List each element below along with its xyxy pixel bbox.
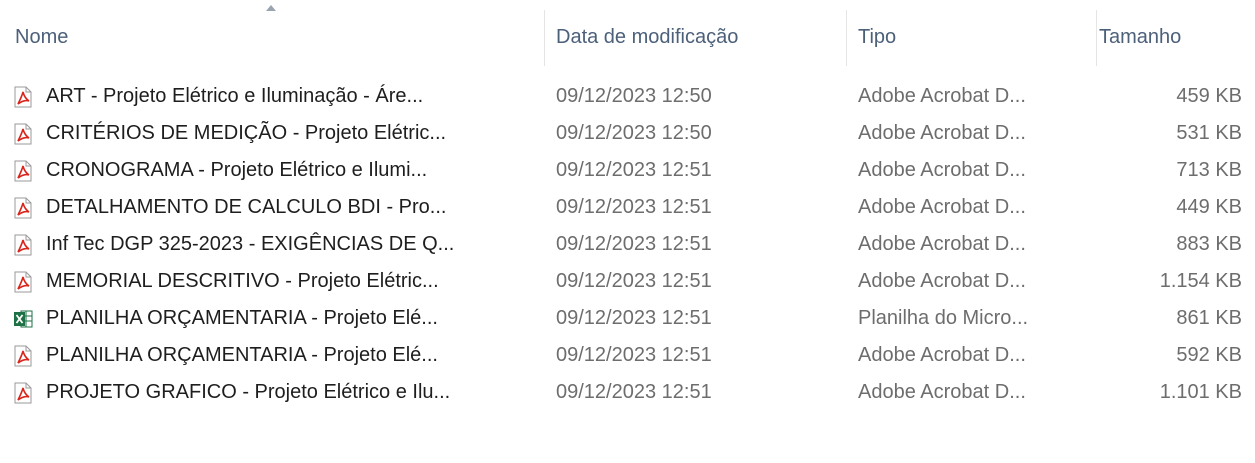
file-name: PROJETO GRAFICO - Projeto Elétrico e Ilu…	[46, 381, 451, 403]
column-header-date[interactable]: Data de modificação	[544, 0, 846, 70]
column-header-size[interactable]: Tamanho	[1096, 0, 1255, 70]
file-explorer-details-view: Nome Data de modificação Tipo Tamanho AR…	[0, 0, 1255, 463]
file-size: 713 KB	[1176, 159, 1242, 181]
file-row[interactable]: ART - Projeto Elétrico e Iluminação - Ár…	[0, 78, 1255, 115]
file-type: Adobe Acrobat D...	[858, 270, 1026, 292]
file-name: ART - Projeto Elétrico e Iluminação - Ár…	[46, 85, 424, 107]
file-size: 531 KB	[1176, 122, 1242, 144]
pdf-icon	[13, 234, 33, 256]
column-header-date-label: Data de modificação	[556, 26, 739, 48]
file-type: Adobe Acrobat D...	[858, 122, 1026, 144]
column-header-size-label: Tamanho	[1099, 26, 1182, 48]
column-header-name[interactable]: Nome	[0, 0, 544, 70]
pdf-icon	[13, 382, 33, 404]
file-name: Inf Tec DGP 325-2023 - EXIGÊNCIAS DE Q..…	[46, 233, 455, 255]
file-date: 09/12/2023 12:51	[556, 381, 712, 403]
file-name: DETALHAMENTO DE CALCULO BDI - Pro...	[46, 196, 447, 218]
file-row[interactable]: CRONOGRAMA - Projeto Elétrico e Ilumi...…	[0, 152, 1255, 189]
file-type: Adobe Acrobat D...	[858, 85, 1026, 107]
file-list: ART - Projeto Elétrico e Iluminação - Ár…	[0, 78, 1255, 411]
file-type: Adobe Acrobat D...	[858, 381, 1026, 403]
pdf-icon	[13, 197, 33, 219]
file-size: 449 KB	[1176, 196, 1242, 218]
file-date: 09/12/2023 12:50	[556, 85, 712, 107]
file-name: PLANILHA ORÇAMENTARIA - Projeto Elé...	[46, 307, 438, 329]
file-date: 09/12/2023 12:51	[556, 196, 712, 218]
file-row[interactable]: PROJETO GRAFICO - Projeto Elétrico e Ilu…	[0, 374, 1255, 411]
file-date: 09/12/2023 12:51	[556, 159, 712, 181]
file-date: 09/12/2023 12:51	[556, 270, 712, 292]
column-header-name-label: Nome	[15, 26, 69, 48]
file-size: 1.154 KB	[1159, 270, 1242, 292]
file-date: 09/12/2023 12:51	[556, 344, 712, 366]
file-name: PLANILHA ORÇAMENTARIA - Projeto Elé...	[46, 344, 438, 366]
file-type: Adobe Acrobat D...	[858, 233, 1026, 255]
pdf-icon	[13, 160, 33, 182]
file-row[interactable]: MEMORIAL DESCRITIVO - Projeto Elétric...…	[0, 263, 1255, 300]
file-size: 1.101 KB	[1159, 381, 1242, 403]
file-type: Adobe Acrobat D...	[858, 196, 1026, 218]
file-size: 861 KB	[1176, 307, 1242, 329]
file-name: CRONOGRAMA - Projeto Elétrico e Ilumi...	[46, 159, 428, 181]
file-type: Planilha do Micro...	[858, 307, 1029, 329]
file-size: 459 KB	[1176, 85, 1242, 107]
file-row[interactable]: PLANILHA ORÇAMENTARIA - Projeto Elé... 09…	[0, 337, 1255, 374]
file-row[interactable]: DETALHAMENTO DE CALCULO BDI - Pro... 09/1…	[0, 189, 1255, 226]
file-size: 592 KB	[1176, 344, 1242, 366]
file-name: MEMORIAL DESCRITIVO - Projeto Elétric...	[46, 270, 439, 292]
file-date: 09/12/2023 12:50	[556, 122, 712, 144]
excel-icon	[13, 308, 33, 330]
pdf-icon	[13, 123, 33, 145]
file-date: 09/12/2023 12:51	[556, 233, 712, 255]
file-row[interactable]: PLANILHA ORÇAMENTARIA - Projeto Elé... 09…	[0, 300, 1255, 337]
file-type: Adobe Acrobat D...	[858, 159, 1026, 181]
file-date: 09/12/2023 12:51	[556, 307, 712, 329]
column-header-type[interactable]: Tipo	[846, 0, 1096, 70]
column-header-bar: Nome Data de modificação Tipo Tamanho	[0, 0, 1255, 70]
file-name: CRITÉRIOS DE MEDIÇÃO - Projeto Elétric..…	[46, 122, 447, 144]
file-row[interactable]: CRITÉRIOS DE MEDIÇÃO - Projeto Elétric..…	[0, 115, 1255, 152]
file-row[interactable]: Inf Tec DGP 325-2023 - EXIGÊNCIAS DE Q..…	[0, 226, 1255, 263]
file-type: Adobe Acrobat D...	[858, 344, 1026, 366]
pdf-icon	[13, 345, 33, 367]
pdf-icon	[13, 86, 33, 108]
column-header-type-label: Tipo	[858, 26, 897, 48]
pdf-icon	[13, 271, 33, 293]
sort-ascending-icon	[266, 5, 276, 11]
file-size: 883 KB	[1176, 233, 1242, 255]
